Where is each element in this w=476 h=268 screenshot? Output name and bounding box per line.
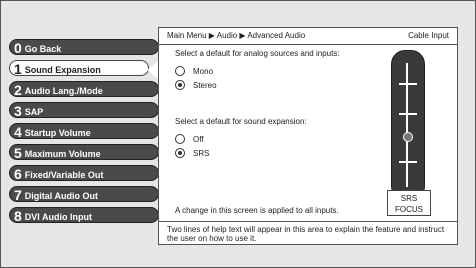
apply-note: A change in this screen is applied to al… [175, 206, 339, 215]
menu-item-label: Maximum Volume [24, 149, 101, 159]
slider-tick [399, 161, 408, 163]
tv-menu-screen: 0 Go Back 1 Sound Expansion 2 Audio Lang./M… [0, 0, 476, 268]
menu-item-sound-expansion[interactable]: 1 Sound Expansion [9, 60, 149, 76]
mono-label: Mono [193, 66, 214, 76]
menu-item-audio-lang-mode[interactable]: 2 Audio Lang./Mode [9, 81, 159, 97]
menu-item-label: Digital Audio Out [24, 191, 98, 201]
menu-item-number: 1 [14, 61, 22, 76]
audio-menu: 0 Go Back 1 Sound Expansion 2 Audio Lang./M… [9, 39, 159, 228]
menu-item-startup-volume[interactable]: 4 Startup Volume [9, 123, 159, 139]
menu-item-label: Audio Lang./Mode [24, 86, 103, 96]
slider-tick [408, 83, 417, 85]
input-source-label: Cable Input [408, 31, 449, 40]
menu-item-label: SAP [24, 107, 44, 117]
menu-item-fixed-variable-out[interactable]: 6 Fixed/Variable Out [9, 165, 159, 181]
menu-item-go-back[interactable]: 0 Go Back [9, 39, 159, 55]
srs-option[interactable]: SRS [175, 148, 209, 158]
off-radio[interactable] [175, 134, 185, 144]
mono-radio[interactable] [175, 66, 185, 76]
slider-thumb[interactable] [403, 132, 413, 143]
slider-tick [408, 113, 417, 115]
slider-tick [408, 161, 417, 163]
menu-item-number: 6 [14, 166, 22, 181]
menu-item-maximum-volume[interactable]: 5 Maximum Volume [9, 144, 159, 160]
menu-item-label: Startup Volume [24, 128, 91, 138]
analog-default-prompt: Select a default for analog sources and … [175, 49, 340, 58]
menu-item-label: DVI Audio Input [24, 212, 92, 222]
menu-item-number: 2 [14, 82, 22, 97]
menu-item-digital-audio-out[interactable]: 7 Digital Audio Out [9, 186, 159, 202]
off-label: Off [193, 134, 204, 144]
stereo-label: Stereo [193, 80, 217, 90]
menu-item-label: Fixed/Variable Out [24, 170, 104, 180]
srs-focus-line1: SRS [400, 194, 418, 203]
menu-item-number: 4 [14, 124, 22, 139]
menu-item-number: 3 [14, 103, 22, 118]
sound-expansion-prompt: Select a default for sound expansion: [175, 117, 307, 126]
menu-item-number: 8 [14, 208, 22, 223]
menu-item-label: Go Back [24, 44, 62, 54]
stereo-radio[interactable] [175, 80, 185, 90]
menu-item-sap[interactable]: 3 SAP [9, 102, 159, 118]
menu-item-number: 0 [14, 40, 22, 55]
srs-focus-label: SRS FOCUS [387, 190, 431, 216]
advanced-audio-panel: Main Menu ▶ Audio ▶ Advanced Audio Cable… [158, 27, 458, 245]
stereo-option[interactable]: Stereo [175, 80, 217, 90]
slider-track [406, 63, 408, 187]
srs-focus-slider[interactable] [391, 50, 425, 200]
menu-item-number: 7 [14, 187, 22, 202]
srs-radio[interactable] [175, 148, 185, 158]
menu-item-dvi-audio-input[interactable]: 8 DVI Audio Input [9, 207, 159, 223]
breadcrumb: Main Menu ▶ Audio ▶ Advanced Audio [167, 31, 306, 40]
off-option[interactable]: Off [175, 134, 204, 144]
menu-item-label: Sound Expansion [24, 65, 101, 75]
header-divider [159, 44, 457, 45]
slider-tick [399, 113, 408, 115]
srs-label: SRS [193, 148, 210, 158]
slider-tick [399, 83, 408, 85]
srs-focus-line2: FOCUS [395, 205, 423, 214]
help-divider [159, 221, 457, 222]
mono-option[interactable]: Mono [175, 66, 213, 76]
menu-item-number: 5 [14, 145, 22, 160]
help-text: Two lines of help text will appear in th… [167, 225, 445, 243]
